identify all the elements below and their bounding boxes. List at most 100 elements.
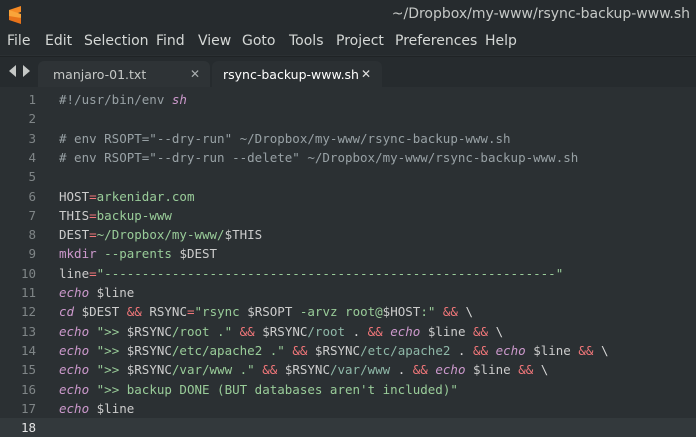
code-line[interactable]: 7 THIS=backup-www (0, 206, 696, 225)
code-text[interactable]: HOST=arkenidar.com (59, 187, 194, 206)
code-token: \ (488, 323, 504, 339)
code-token: ">> (96, 342, 127, 358)
code-token: && (126, 304, 142, 320)
code-line[interactable]: 1 #!/usr/bin/env sh (0, 90, 696, 109)
code-token: echo (59, 285, 90, 300)
code-line[interactable]: 8 DEST=~/Dropbox/my-www/$THIS (0, 225, 696, 244)
title-bar: ~/Dropbox/my-www/rsync-backup-www.sh (0, 0, 696, 30)
code-text[interactable]: echo ">> $RSYNC/etc/apache2 ." && $RSYNC… (59, 341, 609, 360)
arrow-right-icon[interactable] (23, 65, 30, 77)
code-token: /root ." (171, 323, 233, 339)
code-line[interactable]: 16 echo ">> backup DONE (BUT databases ar… (0, 380, 696, 399)
code-text[interactable]: # env RSOPT="--dry-run --delete" ~/Dropb… (59, 148, 578, 167)
code-token: = (89, 227, 97, 243)
code-text[interactable]: echo ">> $RSYNC/var/www ." && $RSYNC/var… (59, 360, 548, 379)
close-icon[interactable]: ✕ (361, 67, 371, 81)
code-line[interactable]: 11 echo $line (0, 283, 696, 302)
code-text[interactable]: THIS=backup-www (59, 206, 172, 225)
code-token: $THIS (224, 227, 263, 243)
code-token: /root (307, 323, 346, 339)
code-token: . (390, 362, 413, 378)
code-line[interactable]: 15 echo ">> $RSYNC/var/www ." && $RSYNC/v… (0, 360, 696, 379)
code-line[interactable]: 2 (0, 109, 696, 128)
code-line[interactable]: 18 (0, 418, 696, 437)
code-line[interactable]: 3 # env RSOPT="--dry-run" ~/Dropbox/my-ww… (0, 129, 696, 148)
code-token: /etc/apache2 (360, 342, 451, 358)
menu-help[interactable]: Help (485, 33, 517, 49)
menu-selection[interactable]: Selection (84, 33, 149, 49)
code-token: -arvz root@ (292, 304, 383, 320)
code-token: . (345, 323, 368, 339)
code-token: $DEST (179, 246, 218, 262)
code-text[interactable]: echo $line (59, 399, 134, 418)
code-text[interactable]: # env RSOPT="--dry-run" ~/Dropbox/my-www… (59, 129, 511, 148)
close-icon[interactable]: ✕ (190, 67, 200, 81)
code-text[interactable]: mkdir --parents $DEST (59, 244, 217, 263)
code-token: line (59, 265, 90, 281)
code-text[interactable]: line="----------------------------------… (59, 264, 563, 283)
tab-label: rsync-backup-www.sh (223, 67, 359, 82)
code-token: $line (96, 400, 135, 416)
line-number: 6 (28, 188, 36, 204)
line-number: 17 (20, 400, 36, 416)
sublime-text-icon[interactable] (8, 6, 22, 24)
code-token: $line (473, 362, 511, 378)
code-token: && (367, 323, 383, 339)
window-title: ~/Dropbox/my-www/rsync-backup-www.sh (391, 6, 690, 22)
code-line[interactable]: 17 echo $line (0, 399, 696, 418)
menu-preferences[interactable]: Preferences (395, 33, 477, 49)
code-token: /var/www ." (171, 362, 255, 378)
menu-edit[interactable]: Edit (45, 33, 72, 49)
code-token: && (472, 342, 489, 358)
line-number: 9 (28, 246, 36, 262)
line-number: 4 (28, 149, 36, 165)
code-token: --parents (96, 246, 180, 262)
line-number: 13 (20, 323, 36, 339)
menu-goto[interactable]: Goto (242, 33, 275, 49)
code-line[interactable]: 9 mkdir --parents $DEST (0, 244, 696, 263)
code-token: $HOST (382, 304, 421, 320)
menu-file[interactable]: File (7, 33, 30, 49)
code-token: echo (435, 362, 466, 378)
code-line[interactable]: 5 (0, 167, 696, 186)
code-text[interactable]: DEST=~/Dropbox/my-www/$THIS (59, 225, 262, 244)
code-line[interactable]: 13 echo ">> $RSYNC/root ." && $RSYNC/root… (0, 322, 696, 341)
code-text[interactable]: echo ">> $RSYNC/root ." && $RSYNC/root .… (59, 322, 503, 341)
code-token: $RSOPT (247, 304, 293, 320)
menu-find[interactable]: Find (156, 33, 185, 49)
code-token: sh (171, 92, 187, 107)
code-text[interactable]: cd $DEST && RSYNC="rsync $RSOPT -arvz ro… (59, 302, 473, 321)
line-number: 12 (20, 304, 36, 320)
menu-project[interactable]: Project (336, 33, 384, 49)
line-number: 1 (28, 92, 36, 107)
code-token: echo (59, 400, 90, 416)
code-text[interactable]: echo $line (59, 283, 134, 302)
arrow-left-icon[interactable] (9, 65, 16, 77)
menu-tools[interactable]: Tools (289, 33, 324, 49)
code-line[interactable]: 4 # env RSOPT="--dry-run --delete" ~/Drop… (0, 148, 696, 167)
code-token: && (412, 362, 428, 378)
code-text[interactable]: echo ">> backup DONE (BUT databases aren… (59, 380, 458, 399)
code-text[interactable]: #!/usr/bin/env sh (59, 90, 187, 109)
code-line[interactable]: 10 line="--------------------------------… (0, 264, 696, 283)
menu-view[interactable]: View (198, 33, 231, 49)
code-editor[interactable]: 1 #!/usr/bin/env sh 2 3 # env RSOPT="--dry-r… (0, 87, 696, 437)
tab-manjaro-01[interactable]: manjaro-01.txt ✕ (38, 61, 210, 88)
code-line[interactable]: 14 echo ">> $RSYNC/etc/apache2 ." && $RSY… (0, 341, 696, 360)
code-token: ">> backup DONE (BUT databases aren't in… (96, 381, 458, 397)
tab-bar: manjaro-01.txt ✕ rsync-backup-www.sh ✕ (0, 56, 696, 88)
code-line[interactable]: 6 HOST=arkenidar.com (0, 187, 696, 206)
line-number: 7 (28, 207, 36, 223)
code-token: = (89, 265, 97, 281)
code-line[interactable]: 12 cd $DEST && RSYNC="rsync $RSOPT -arvz … (0, 302, 696, 321)
code-token: /etc/apache2 ." (171, 342, 285, 358)
tab-rsync-backup-www[interactable]: rsync-backup-www.sh ✕ (212, 61, 382, 88)
code-token: #!/usr/bin/env (59, 92, 172, 107)
line-number: 16 (20, 381, 36, 397)
